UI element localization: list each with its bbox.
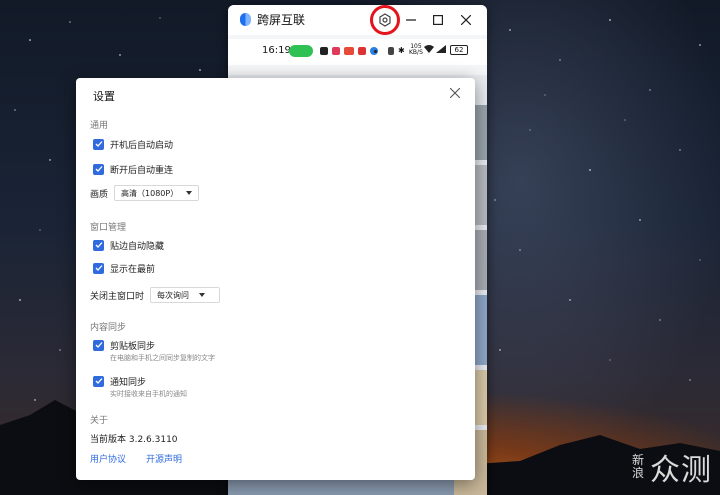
notification-sync-option[interactable]: 通知同步	[93, 374, 146, 388]
section-general-heading: 通用	[90, 121, 109, 131]
checkbox-checked-icon[interactable]	[93, 262, 104, 274]
network-speed: 105 KB/S	[409, 43, 423, 56]
watermark-small-text: 新浪	[632, 453, 645, 480]
always-on-top-option[interactable]: 显示在最前	[93, 261, 155, 275]
open-source-license-link[interactable]: 开源声明	[146, 452, 182, 465]
maximize-button[interactable]	[428, 10, 448, 30]
nfc-icon	[388, 47, 394, 55]
screen-cast-icon	[289, 45, 313, 57]
user-agreement-link[interactable]: 用户协议	[90, 452, 126, 465]
close-behavior-label: 关闭主窗口时	[90, 291, 145, 302]
notification-icon	[320, 47, 328, 55]
checkbox-checked-icon[interactable]	[93, 339, 104, 351]
chevron-down-icon	[199, 293, 206, 297]
quality-label: 画质	[90, 189, 109, 200]
clipboard-sync-description: 在电脑和手机之间同步复制的文字	[110, 354, 215, 362]
status-time: 16:19	[262, 45, 291, 56]
settings-title: 设置	[93, 90, 115, 103]
version-text: 当前版本 3.2.6.3110	[90, 435, 178, 445]
autostart-label: 开机后自动启动	[110, 140, 174, 151]
quality-select[interactable]: 高清（1080P）	[114, 185, 200, 201]
signal-icon	[436, 45, 446, 55]
always-on-top-label: 显示在最前	[110, 264, 156, 275]
mirror-title-bar[interactable]: 跨屏互联	[228, 5, 487, 35]
more-dot-icon	[374, 50, 377, 53]
wifi-icon	[424, 45, 434, 56]
watermark-logo: 新浪 众测	[632, 445, 712, 489]
app-logo-icon	[240, 13, 251, 26]
notification-icon	[344, 47, 354, 55]
section-sync-heading: 内容同步	[90, 323, 127, 333]
minimize-button[interactable]	[401, 10, 421, 30]
clipboard-sync-label: 剪贴板同步	[110, 341, 156, 352]
autostart-option[interactable]: 开机后自动启动	[93, 137, 173, 151]
checkbox-checked-icon[interactable]	[93, 138, 104, 150]
gallery-strip[interactable]	[228, 480, 454, 495]
notification-icon	[358, 47, 366, 55]
clipboard-sync-option[interactable]: 剪贴板同步	[93, 338, 155, 352]
edge-autohide-option[interactable]: 贴边自动隐藏	[93, 238, 164, 252]
settings-gear-icon[interactable]	[370, 5, 400, 35]
bluetooth-icon: ✱	[398, 46, 405, 55]
notification-sync-description: 实时接收来自手机的通知	[110, 390, 187, 398]
mirror-window-title: 跨屏互联	[257, 13, 306, 27]
notification-icon	[332, 47, 340, 55]
close-settings-button[interactable]	[446, 84, 464, 102]
phone-status-bar: 16:19 ✱ 105 KB/S 62	[228, 39, 487, 65]
notification-sync-label: 通知同步	[110, 377, 147, 388]
auto-reconnect-label: 断开后自动重连	[110, 165, 174, 176]
close-window-button[interactable]	[456, 10, 476, 30]
checkbox-checked-icon[interactable]	[93, 163, 104, 175]
battery-icon: 62	[450, 45, 468, 55]
settings-dialog: 设置 通用 开机后自动启动 断开后自动重连 画质 高清（1080P） 窗口管理 …	[76, 78, 475, 480]
close-behavior-setting: 关闭主窗口时 每次询问	[90, 287, 221, 303]
close-icon	[450, 88, 460, 98]
edge-autohide-label: 贴边自动隐藏	[110, 241, 165, 252]
quality-setting: 画质 高清（1080P）	[90, 185, 200, 201]
checkbox-checked-icon[interactable]	[93, 375, 104, 387]
checkbox-checked-icon[interactable]	[93, 239, 104, 251]
auto-reconnect-option[interactable]: 断开后自动重连	[93, 162, 173, 176]
watermark-big-text: 众测	[650, 453, 712, 488]
close-behavior-select[interactable]: 每次询问	[150, 287, 221, 303]
section-window-heading: 窗口管理	[90, 223, 127, 233]
chevron-down-icon	[186, 191, 193, 195]
section-about-heading: 关于	[90, 416, 109, 426]
